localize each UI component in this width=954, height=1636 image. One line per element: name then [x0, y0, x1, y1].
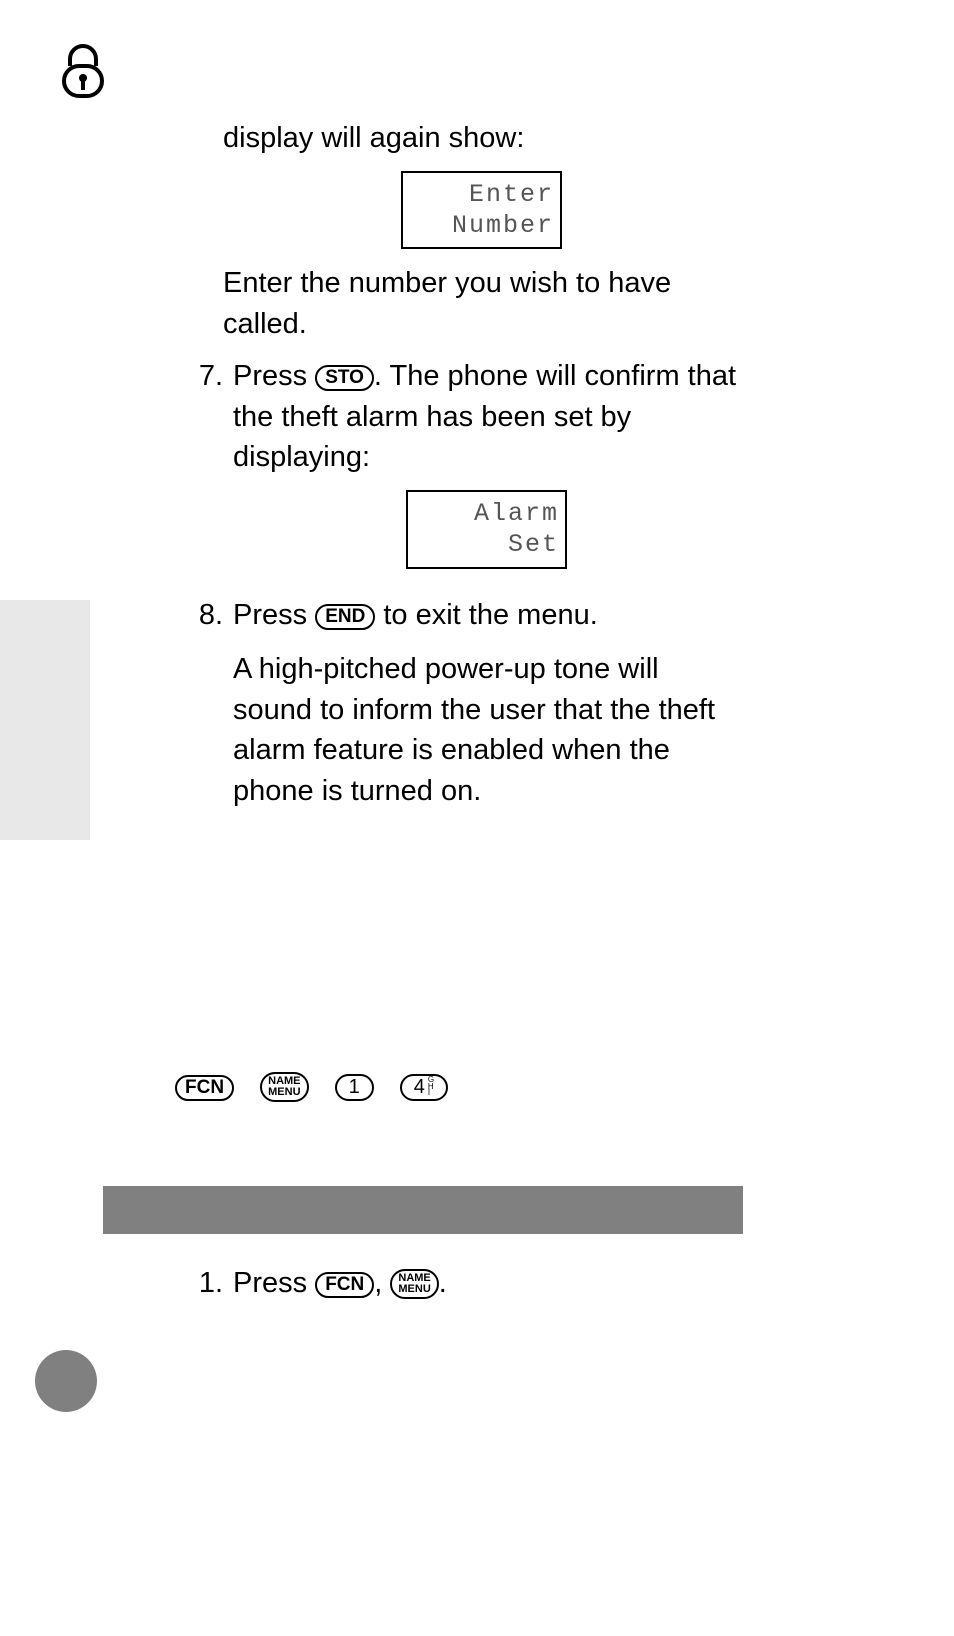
lcd-frame-enter-number: Enter Number: [223, 171, 740, 250]
step-number: 8.: [175, 595, 233, 812]
step-8: 8. Press END to exit the menu. A high-pi…: [175, 595, 740, 812]
fcn-key-icon: FCN: [315, 1272, 374, 1298]
fcn-key-icon: FCN: [175, 1075, 234, 1101]
lcd-line: Enter: [409, 179, 554, 210]
end-key-icon: END: [315, 604, 375, 630]
key-bot: MENU: [398, 1284, 430, 1294]
section-heading-bar: [103, 1186, 743, 1234]
step-body: Press STO. The phone will confirm that t…: [233, 356, 740, 582]
step-body: Press FCN, NAMEMENU.: [233, 1267, 740, 1300]
page-number-circle: [35, 1350, 97, 1412]
manual-page: display will again show: Enter Number En…: [0, 0, 954, 1636]
after-lcd1-text: Enter the number you wish to have called…: [223, 263, 740, 344]
four-key-icon: 4 G H I: [400, 1074, 448, 1101]
sto-key-icon: STO: [315, 365, 374, 391]
key-letter: I: [428, 1090, 434, 1096]
step-number: 1.: [175, 1267, 233, 1300]
one-key-icon: 1: [335, 1074, 374, 1101]
lcd-line: Alarm: [414, 498, 559, 529]
text-run: Press: [233, 360, 315, 392]
text-run: Press: [233, 1267, 315, 1299]
name-menu-key-icon: NAMEMENU: [390, 1269, 438, 1299]
step-1: 1. Press FCN, NAMEMENU.: [175, 1255, 740, 1300]
intro-text: display will again show:: [223, 118, 740, 159]
step8-paragraph: A high-pitched power-up tone will sound …: [233, 649, 740, 811]
name-menu-key-icon: NAME MENU: [260, 1072, 308, 1102]
key-number: 1: [349, 1077, 360, 1097]
content-block: display will again show: Enter Number En…: [175, 118, 740, 812]
step-number: 7.: [175, 356, 233, 582]
lcd-line: Number: [409, 210, 554, 241]
step-7: 7. Press STO. The phone will confirm tha…: [175, 356, 740, 582]
text-run: ,: [374, 1267, 390, 1299]
lcd-line: Set: [414, 529, 559, 560]
key-letters: G H I: [428, 1077, 434, 1096]
lcd-frame-alarm-set: Alarm Set: [406, 490, 567, 569]
step-body: Press END to exit the menu. A high-pitch…: [233, 595, 740, 812]
key-bot: MENU: [268, 1087, 300, 1097]
text-run: to exit the menu.: [375, 599, 597, 631]
text-run: .: [439, 1267, 447, 1299]
key-number: 4: [414, 1077, 425, 1097]
lock-icon: [60, 44, 106, 100]
quick-key-sequence: FCN NAME MENU 1 4 G H I: [175, 1070, 466, 1103]
side-tab: [0, 600, 90, 840]
text-run: Press: [233, 599, 315, 631]
